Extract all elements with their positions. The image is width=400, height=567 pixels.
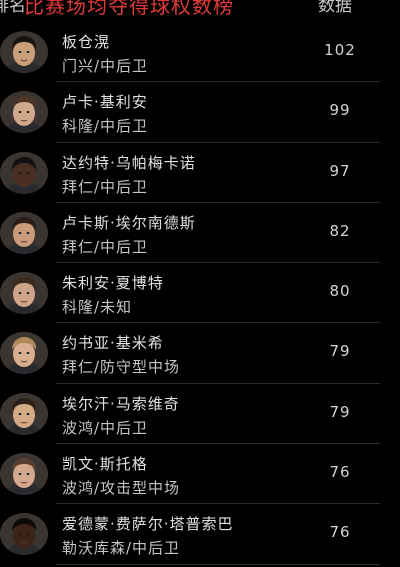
player-club-position: 科隆/中后卫 (62, 117, 149, 136)
page-title: 比赛场均夺得球权数榜 (24, 0, 234, 18)
player-stat-value: 82 (329, 221, 351, 240)
player-avatar (0, 513, 48, 556)
player-avatar (0, 211, 48, 254)
value-column-header: 数据 (318, 0, 352, 16)
player-stat-value: 76 (329, 523, 351, 542)
player-avatar (0, 392, 48, 435)
rank-column-header: 排名 (0, 0, 26, 16)
player-stat-value: 80 (329, 282, 351, 301)
player-club-position: 拜仁/防守型中场 (62, 358, 181, 377)
player-list: 板仓滉门兴/中后卫 102 卢卡·基利安 科隆/中后卫 99 达约特·乌帕梅卡诺 拜仁/中后… (0, 22, 400, 565)
player-club-position: 波鸿/中后卫 (62, 418, 149, 437)
list-item[interactable]: 达约特·乌帕梅卡诺 拜仁/中后卫 97 (0, 143, 400, 204)
player-name: 卢卡斯·埃尔南德斯 (62, 213, 196, 232)
player-club-position: 门兴/中后卫 (62, 57, 149, 75)
list-item[interactable]: 卢卡·基利安 科隆/中后卫 99 (0, 82, 400, 143)
player-avatar (0, 272, 48, 315)
player-club-position: 拜仁/中后卫 (62, 237, 149, 256)
player-stat-value: 102 (324, 41, 356, 59)
player-name: 达约特·乌帕梅卡诺 (62, 153, 196, 172)
player-club-position: 勒沃库森/中后卫 (62, 539, 181, 558)
player-avatar (0, 91, 48, 134)
player-name: 埃尔汗·马索维奇 (62, 394, 180, 413)
player-name: 板仓滉 (62, 33, 111, 51)
list-item[interactable]: 卢卡斯·埃尔南德斯 拜仁/中后卫 82 (0, 203, 400, 264)
list-item[interactable]: 埃尔汗·马索维奇 波鸿/中后卫 79 (0, 384, 400, 445)
player-name: 约书亚·基米希 (62, 334, 164, 353)
player-stat-value: 99 (329, 101, 351, 120)
player-avatar (0, 31, 48, 73)
list-item[interactable]: 凯文·斯托格波鸿/攻击型中场 76 (0, 444, 400, 505)
player-club-position: 科隆/未知 (62, 298, 133, 317)
player-club-position: 拜仁/中后卫 (62, 177, 149, 196)
list-item[interactable]: 板仓滉门兴/中后卫 102 (0, 22, 400, 83)
player-name: 卢卡·基利安 (62, 93, 148, 112)
player-stat-value: 97 (329, 161, 351, 180)
player-avatar (0, 332, 48, 375)
player-club-position: 波鸿/攻击型中场 (62, 479, 181, 498)
list-item[interactable]: 约书亚·基米希 拜仁/防守型中场 79 (0, 323, 400, 385)
list-item[interactable]: 爱德蒙·费萨尔·塔普索巴 勒沃库森/中后卫 76 (0, 504, 400, 565)
player-name: 爱德蒙·费萨尔·塔普索巴 (62, 515, 234, 534)
player-stat-value: 79 (329, 402, 351, 421)
player-avatar (0, 453, 48, 496)
list-item[interactable]: 朱利安·夏博特 科隆/未知 80 (0, 263, 400, 324)
player-name: 朱利安·夏博特 (62, 274, 164, 293)
player-stat-value: 76 (329, 463, 351, 482)
player-avatar (0, 151, 48, 194)
player-name: 凯文·斯托格 (62, 455, 148, 474)
list-header: 排名 比赛场均夺得球权数榜 数据 (0, 0, 400, 20)
player-stat-value: 79 (329, 342, 351, 361)
